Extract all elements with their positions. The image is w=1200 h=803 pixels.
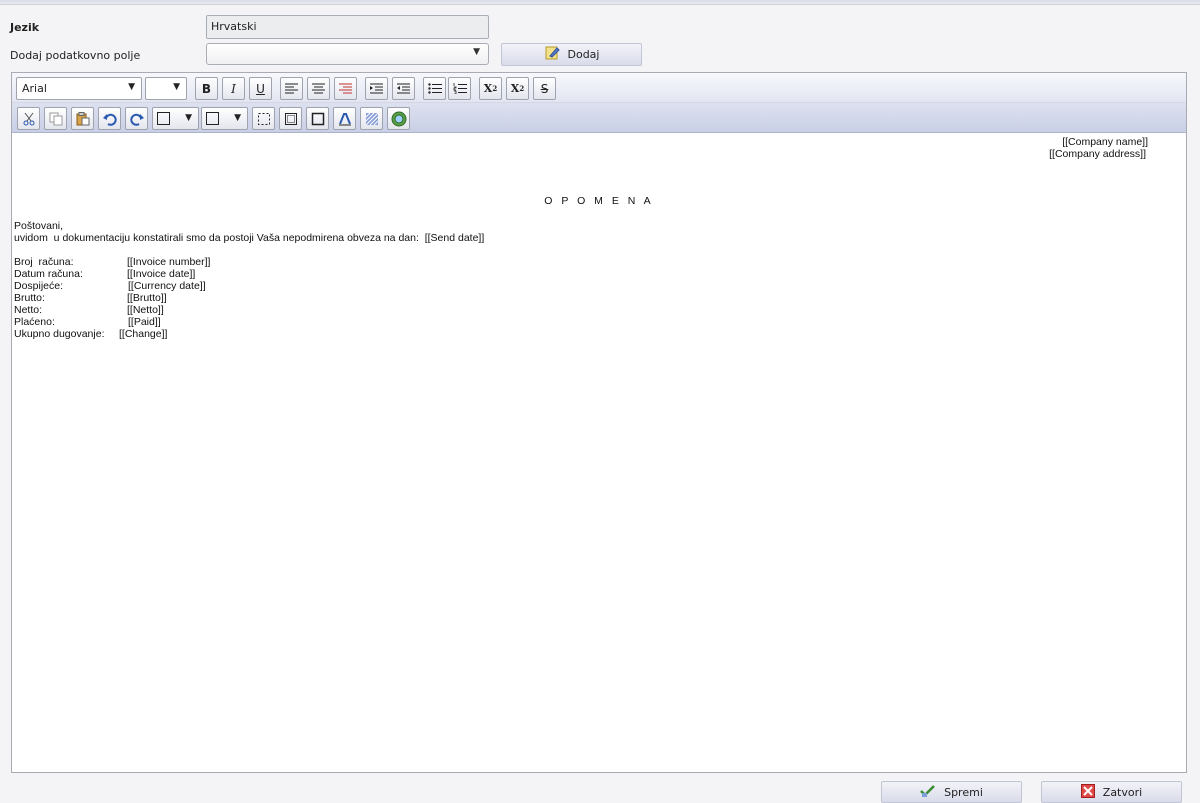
field-value: [[Currency date]] [128, 280, 206, 292]
close-icon [1080, 783, 1095, 801]
field-label: Broj računa: [14, 256, 74, 268]
bulleted-list-icon[interactable] [423, 77, 446, 100]
field-label: Dospijeće: [14, 280, 64, 292]
chevron-down-icon: ▼ [173, 82, 180, 92]
align-left-icon[interactable] [280, 77, 303, 100]
border-style-dropdown[interactable]: ▼ [152, 107, 199, 130]
border-color-dropdown[interactable]: ▼ [201, 107, 248, 130]
chevron-down-icon: ▼ [128, 82, 135, 92]
box-icon[interactable] [306, 107, 329, 130]
field-label: Datum računa: [14, 268, 83, 280]
background-pattern-icon[interactable] [360, 107, 383, 130]
text-color-icon[interactable] [333, 107, 356, 130]
save-icon [920, 784, 936, 801]
subscript-icon[interactable]: X2 [506, 77, 529, 100]
editor-toolbar-edit: ▼ ▼ [12, 103, 1186, 133]
cut-icon[interactable] [17, 107, 40, 130]
field-value: [[Paid]] [128, 316, 161, 328]
redo-icon[interactable] [125, 107, 148, 130]
greeting-text: Poštovani, [14, 220, 64, 232]
indent-icon[interactable] [365, 77, 388, 100]
language-input[interactable]: Hrvatski [206, 15, 489, 39]
add-field-label: Dodaj podatkovno polje [10, 48, 141, 62]
intro-text: uvidom u dokumentaciju konstatirali smo … [14, 232, 485, 244]
add-field-row: Dodaj podatkovno polje [10, 43, 206, 67]
border-square-icon [157, 112, 170, 125]
paste-icon[interactable] [71, 107, 94, 130]
field-value: [[Invoice number]] [127, 256, 211, 268]
field-value: [[Invoice date]] [127, 268, 196, 280]
field-label: Brutto: [14, 292, 45, 304]
data-field-select[interactable]: ▼ [206, 43, 489, 65]
italic-button[interactable]: I [222, 77, 245, 100]
company-address-placeholder: [[Company address]] [1049, 148, 1146, 160]
field-label: Netto: [14, 304, 43, 316]
outdent-icon[interactable] [392, 77, 415, 100]
font-family-value: Arial [22, 82, 47, 95]
field-value: [[Brutto]] [127, 292, 167, 304]
document-title: O P O M E N A [544, 195, 654, 207]
undo-icon[interactable] [98, 107, 121, 130]
note-edit-icon [544, 45, 560, 64]
strikethrough-icon[interactable]: S [533, 77, 556, 100]
field-value: [[Change]] [119, 328, 168, 340]
underline-button[interactable]: U [249, 77, 272, 100]
save-button-label: Spremi [944, 785, 983, 799]
border-square-icon [206, 112, 219, 125]
font-size-select[interactable]: ▼ [145, 77, 187, 100]
company-name-placeholder: [[Company name]] [1062, 136, 1148, 148]
rich-text-editor: Arial ▼ ▼ B I U X2 X2 S ▼ ▼ [[Company na… [11, 72, 1187, 773]
field-label: Plaćeno: [14, 316, 55, 328]
copy-icon[interactable] [44, 107, 67, 130]
field-value: [[Netto]] [127, 304, 164, 316]
document-body[interactable]: [[Company name]] [[Company address]] O P… [12, 134, 1186, 772]
align-center-icon[interactable] [307, 77, 330, 100]
chevron-down-icon: ▼ [473, 47, 480, 57]
field-label: Ukupno dugovanje: [14, 328, 105, 340]
font-family-select[interactable]: Arial ▼ [16, 77, 142, 100]
editor-toolbar-formatting: Arial ▼ ▼ B I U X2 X2 S [12, 73, 1186, 103]
add-button-label: Dodaj [567, 48, 600, 61]
superscript-icon[interactable]: X2 [479, 77, 502, 100]
close-button-label: Zatvori [1102, 785, 1143, 799]
window-top-strip [0, 0, 1200, 5]
chevron-down-icon: ▼ [185, 113, 192, 123]
select-all-icon[interactable] [252, 107, 275, 130]
language-label: Jezik [10, 20, 40, 34]
bold-button[interactable]: B [195, 77, 218, 100]
language-row: Jezik [10, 15, 206, 39]
chevron-down-icon: ▼ [234, 113, 241, 123]
dotted-box-icon[interactable] [279, 107, 302, 130]
add-field-button[interactable]: Dodaj [501, 43, 642, 66]
insert-image-icon[interactable] [387, 107, 410, 130]
align-right-icon[interactable] [334, 77, 357, 100]
numbered-list-icon[interactable] [448, 77, 471, 100]
